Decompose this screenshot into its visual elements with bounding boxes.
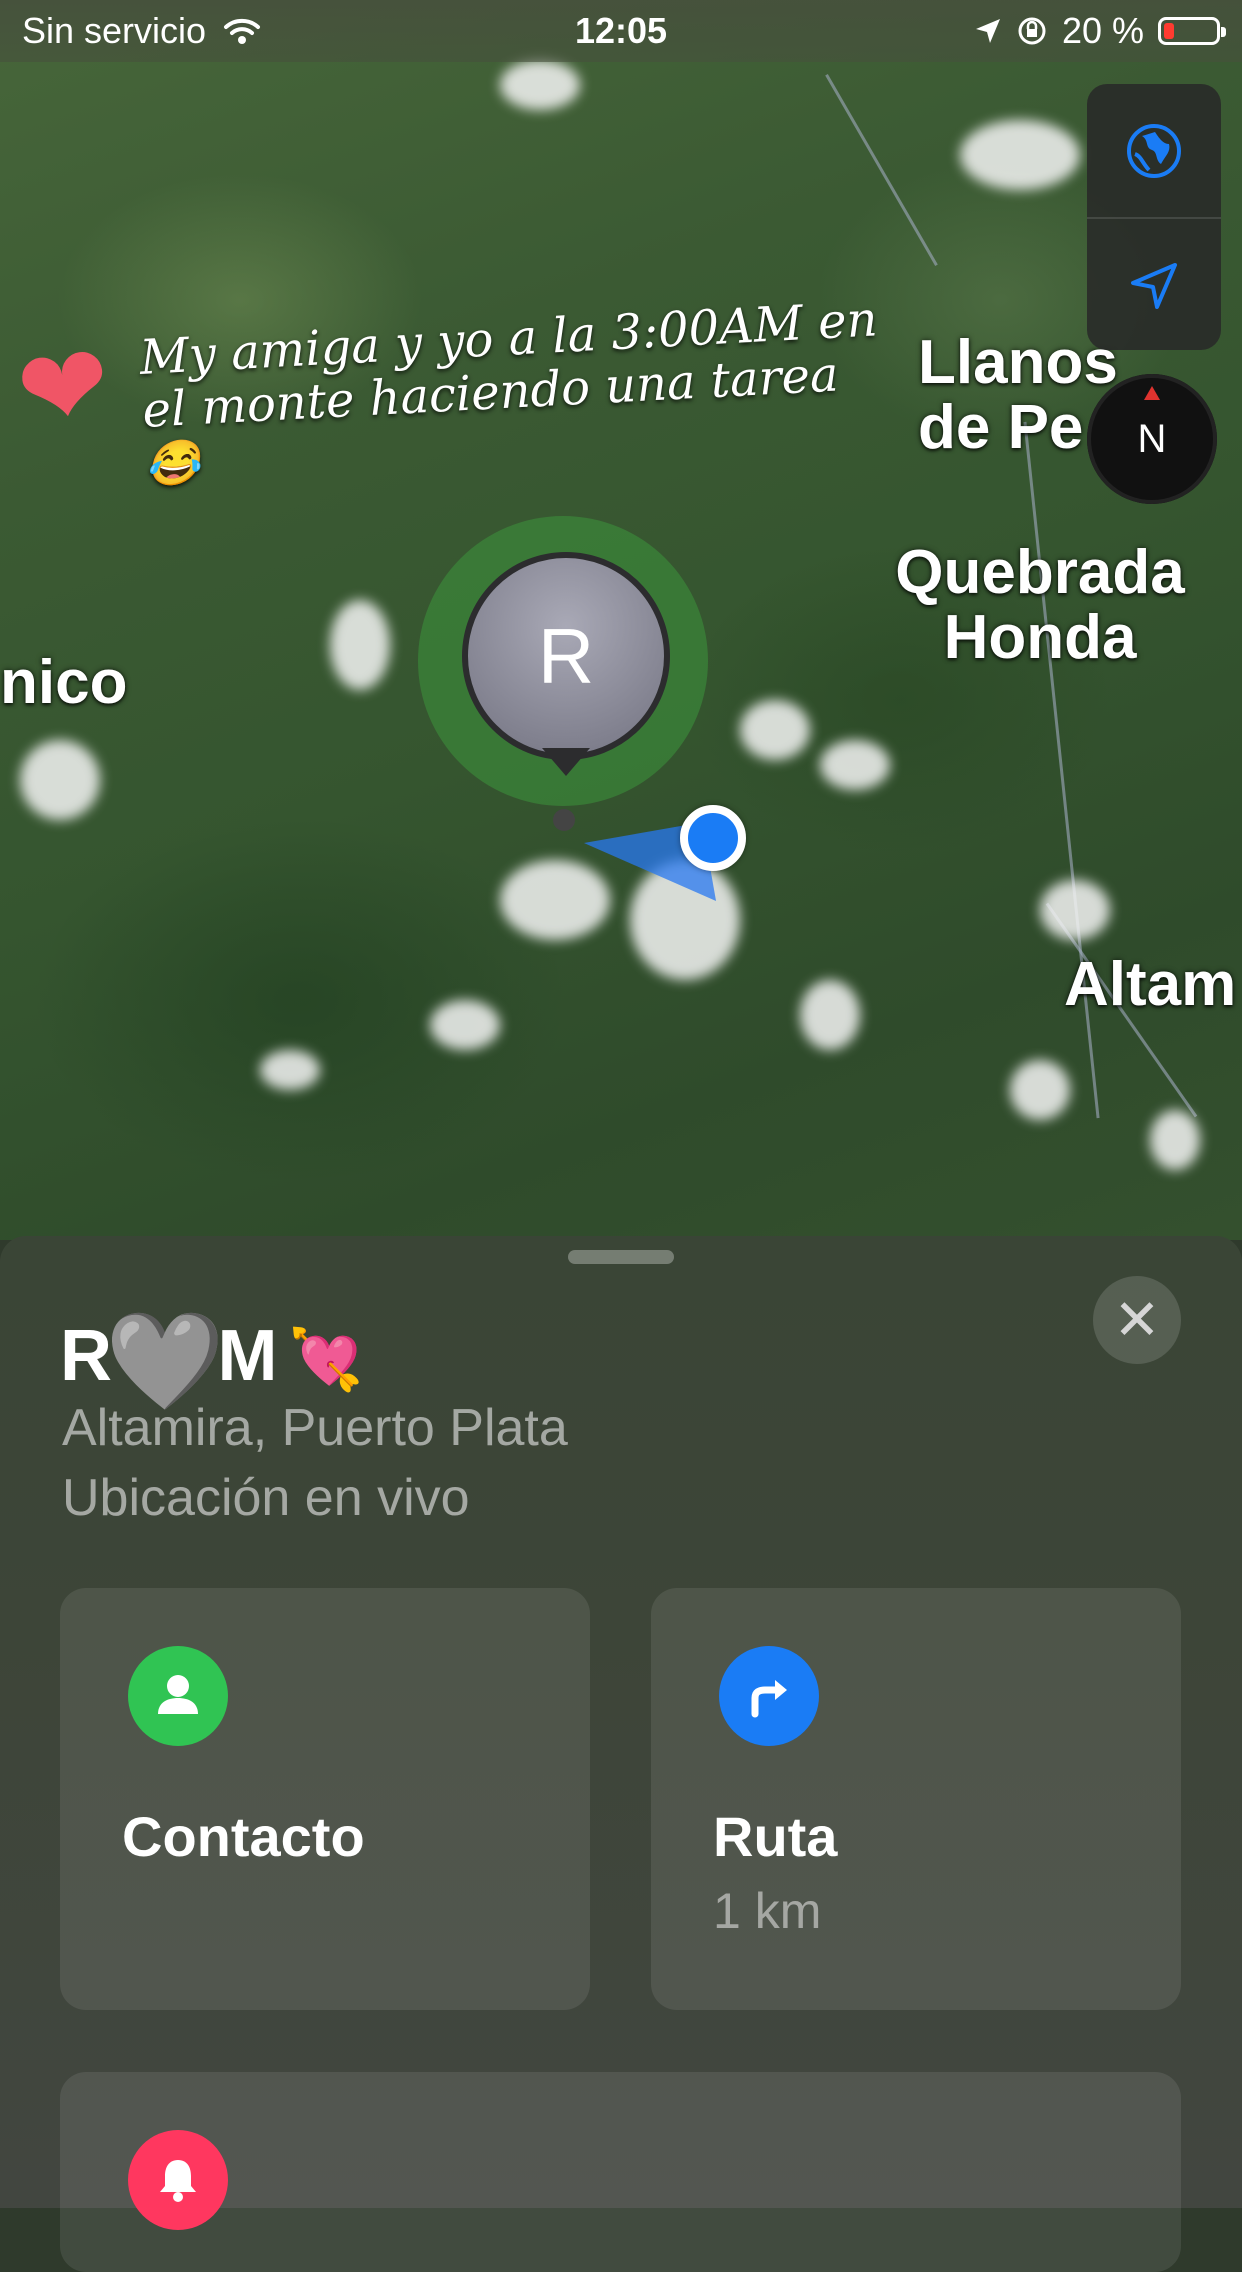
- contact-card-button[interactable]: Contacto: [60, 1588, 590, 2010]
- location-arrow-icon: [1131, 262, 1177, 309]
- route-icon-circle: [719, 1646, 819, 1746]
- sheet-grabber[interactable]: [568, 1250, 674, 1264]
- cloud: [430, 1000, 500, 1050]
- notify-card-button[interactable]: [60, 2072, 1181, 2272]
- route-card-button[interactable]: Ruta 1 km: [651, 1588, 1181, 2010]
- map-controls: [1087, 84, 1221, 350]
- map-caption: My amiga y yo a la 3:00AM en el monte ha…: [138, 291, 905, 491]
- heart-icon: ❤: [9, 320, 119, 456]
- laughing-emoji-icon: 😂: [144, 436, 202, 491]
- friend-location-pin[interactable]: R: [462, 552, 670, 760]
- contact-card-label: Contacto: [122, 1805, 365, 1868]
- rotation-lock-icon: [1018, 17, 1046, 45]
- cloud: [960, 120, 1080, 190]
- status-bar: Sin servicio 12:05 20 %: [0, 0, 1242, 62]
- notify-icon-circle: [128, 2130, 228, 2230]
- cloud: [20, 740, 100, 820]
- location-services-icon: [975, 19, 1000, 43]
- person-icon: [158, 1675, 198, 1714]
- close-icon: ✕: [1113, 1288, 1161, 1351]
- track-location-button[interactable]: [1087, 217, 1221, 350]
- pin-tail: [542, 748, 590, 776]
- place-label: Quebrada Honda: [895, 538, 1185, 673]
- battery-level: [1164, 23, 1174, 39]
- live-location-label: Ubicación en vivo: [62, 1469, 470, 1527]
- contact-icon-circle: [128, 1646, 228, 1746]
- map-caption-text: My amiga y yo a la 3:00AM en el monte ha…: [138, 291, 879, 439]
- close-button[interactable]: ✕: [1093, 1276, 1181, 1364]
- road-line: [825, 73, 938, 267]
- heart-arrow-icon: 💘: [288, 1326, 365, 1393]
- cloud: [500, 60, 580, 110]
- cloud: [260, 1050, 320, 1090]
- compass-north-tick: [1144, 386, 1160, 400]
- map-view[interactable]: Llanos de Pe Quebrada Honda nico Altam ❤…: [0, 0, 1242, 1240]
- pin-anchor-dot: [553, 809, 575, 831]
- compass-north-label: N: [1137, 417, 1167, 461]
- place-label: Altam: [1064, 950, 1237, 1019]
- cloud: [1150, 1110, 1200, 1170]
- user-location-dot[interactable]: [680, 805, 746, 871]
- route-distance: 1 km: [713, 1883, 822, 1939]
- contact-name-suffix: M: [217, 1316, 279, 1396]
- globe-icon: [1127, 123, 1181, 178]
- cloud: [800, 980, 860, 1050]
- route-card-label: Ruta: [713, 1805, 838, 1868]
- cloud: [740, 700, 810, 760]
- map-mode-button[interactable]: [1087, 84, 1221, 217]
- bell-icon: [160, 2160, 196, 2202]
- friend-pin-initial: R: [537, 612, 595, 700]
- cloud: [330, 600, 390, 690]
- location-subtitle: Altamira, Puerto Plata: [62, 1399, 568, 1457]
- cloud: [1040, 880, 1110, 940]
- place-label: nico: [0, 648, 128, 717]
- cloud: [820, 740, 890, 790]
- battery-percent: 20 %: [1061, 10, 1144, 51]
- cloud: [1010, 1060, 1070, 1120]
- route-arrow-icon: [751, 1680, 787, 1718]
- battery-icon: [1158, 17, 1226, 45]
